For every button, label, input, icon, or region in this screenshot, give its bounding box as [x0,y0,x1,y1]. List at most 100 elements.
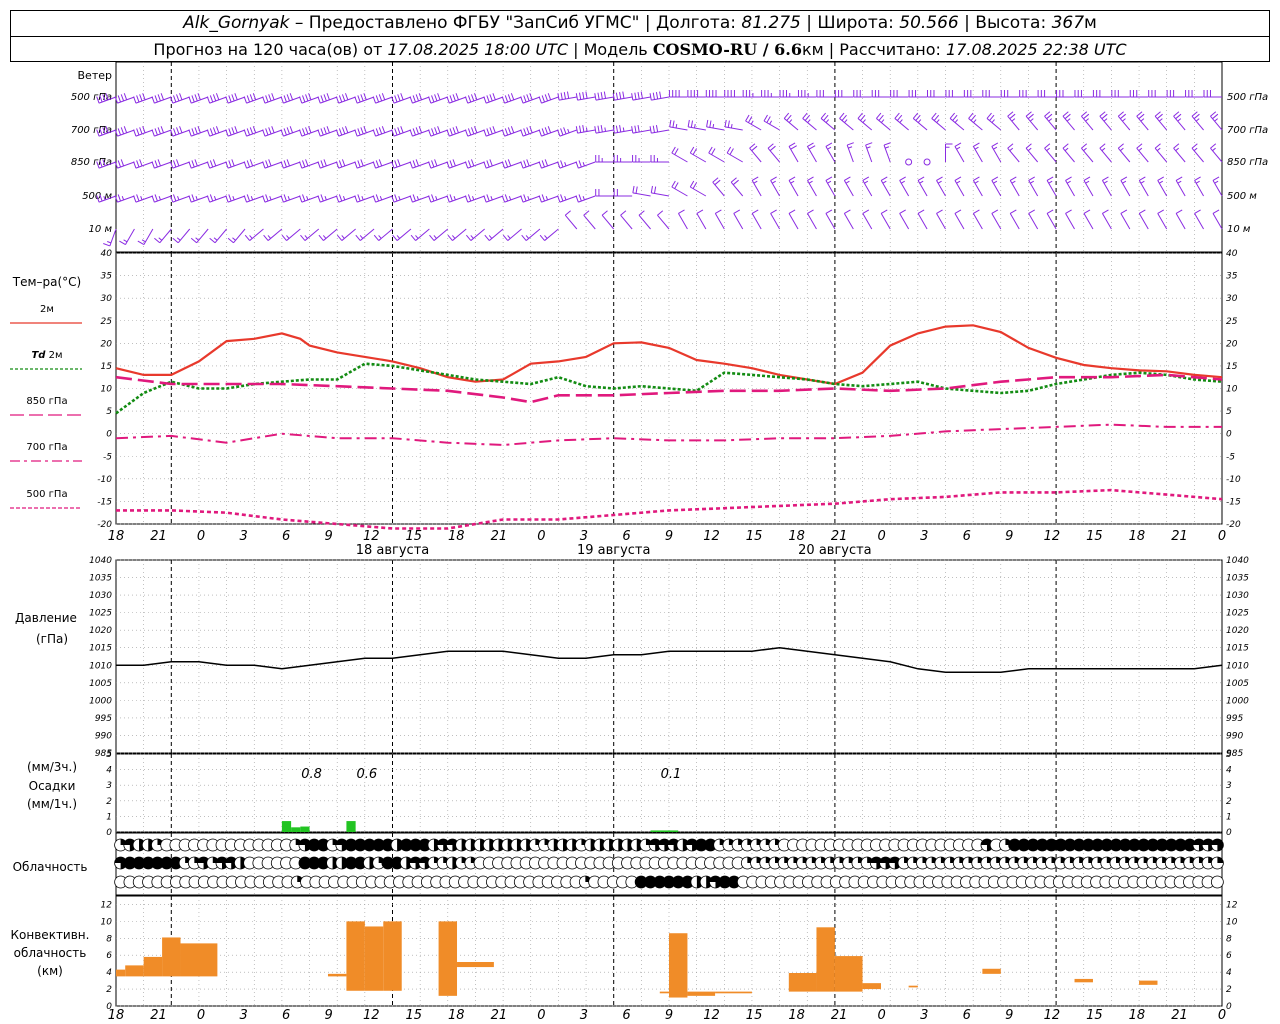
wind-barb-flag [158,196,161,201]
wind-barb-flag [1009,113,1016,120]
wind-barb-flag [1212,147,1216,152]
wind-barb-flag [302,160,306,168]
wind-barb-flag [190,237,197,244]
wind-barb [391,159,412,169]
wind-barb-flag [523,160,527,168]
wind-barb-flag [557,161,561,169]
wind-barb-flag [1030,180,1035,184]
wind-barb [317,93,338,104]
wind-barb-flag [564,210,571,216]
time-tick-label-bottom: 6 [282,1008,290,1023]
wind-barb-staff [726,152,743,163]
wind-barb-flag [1065,209,1072,214]
wind-barb-flag [265,128,269,136]
wind-barb-flag [508,196,512,201]
wind-barb-flag [1136,143,1143,149]
wind-barb-staff [972,146,983,163]
wind-barb-flag [176,237,181,241]
wind-barb-flag [991,142,999,147]
wind-barb [968,112,983,131]
wind-barb-flag [252,126,257,134]
wind-barb [1044,111,1057,131]
time-tick-label-bottom: 21 [150,1008,167,1023]
wind-level-label-right: 700 гПа [1227,125,1268,136]
wind-barb [730,177,744,197]
wind-barb-staff [159,228,172,244]
conv-cloud-bar [457,962,494,968]
wind-barb-staff [1046,180,1057,197]
pressure-tick-left: 995 [95,714,112,724]
wind-barb-staff [601,214,615,230]
precip-bar [291,827,301,832]
wind-barb-flag [446,161,450,169]
wind-barb-flag [449,128,453,136]
wind-barb-flag [783,112,790,119]
wind-barb-flag [640,91,643,99]
wind-barb [696,209,707,230]
wind-barb [409,159,430,169]
wind-barb [880,176,891,197]
wind-barb-flag [375,95,380,103]
wind-barb-flag [452,94,456,102]
wind-barb-flag [878,114,884,121]
wind-barb-flag [750,120,754,125]
wind-barb [483,93,504,104]
wind-barb-flag [232,196,235,201]
wind-barb-flag [1122,118,1126,122]
time-tick-label: 6 [622,529,630,544]
wind-barb-flag [1177,180,1182,184]
wind-barb-flag [117,194,122,202]
wind-barb [464,159,485,169]
wind-barb [807,209,817,230]
wind-barb-flag [470,235,474,239]
wind-barb [1081,143,1094,163]
wind-barb [262,159,283,169]
precip-tick-left: 5 [106,750,112,760]
precip-tick-right: 1 [1226,812,1232,822]
wind-barb-flag [412,128,416,136]
wind-barb-flag [302,95,306,103]
wind-barb [671,146,688,163]
time-tick-label: 9 [1005,529,1013,544]
temp-tick-left: -20 [97,520,112,530]
wind-barb-flag [133,161,137,169]
wind-barb [151,194,172,203]
wind-barb [671,180,688,197]
wind-barb-flag [541,160,545,168]
wind-barb-flag [1007,143,1014,149]
wind-barb [991,142,1002,163]
wind-barb [429,228,449,241]
wind-barb-flag [675,123,678,129]
wind-barb-flag [375,194,380,202]
wind-barb-flag [501,129,506,137]
wind-barb-flag [1028,176,1035,181]
pressure-tick-right: 1040 [1226,556,1249,566]
wind-barb [763,114,780,131]
wind-barb-flag [672,120,675,128]
wind-barb-flag [1027,113,1034,120]
time-tick-label: 3 [580,529,588,544]
wind-barb-flag [504,128,509,136]
wind-barb-flag [1195,118,1200,122]
conv-tick-left: 0 [106,1002,112,1012]
wind-barb-staff [1212,213,1223,230]
wind-barb-flag [917,209,925,214]
wind-barb-flag [363,126,367,134]
wind-barb-flag [692,148,698,155]
wind-barb [1009,209,1020,230]
wind-barb [206,159,227,169]
wind-barb-flag [283,128,287,136]
wind-barb-flag [133,195,137,203]
wind-barb [724,119,743,131]
wind-barb-flag [1156,113,1163,120]
wind-barb-staff [745,120,762,131]
wind-barb-flag [790,145,797,150]
wind-barb-flag [936,119,940,123]
wind-barb-flag [416,196,420,201]
wind-barb [354,159,375,169]
wind-barb-flag [470,159,475,167]
time-tick-label: 21 [491,529,508,544]
wind-barb-flag [1085,118,1089,122]
wind-barb-staff [708,152,725,163]
wind-barb-flag [883,142,891,146]
